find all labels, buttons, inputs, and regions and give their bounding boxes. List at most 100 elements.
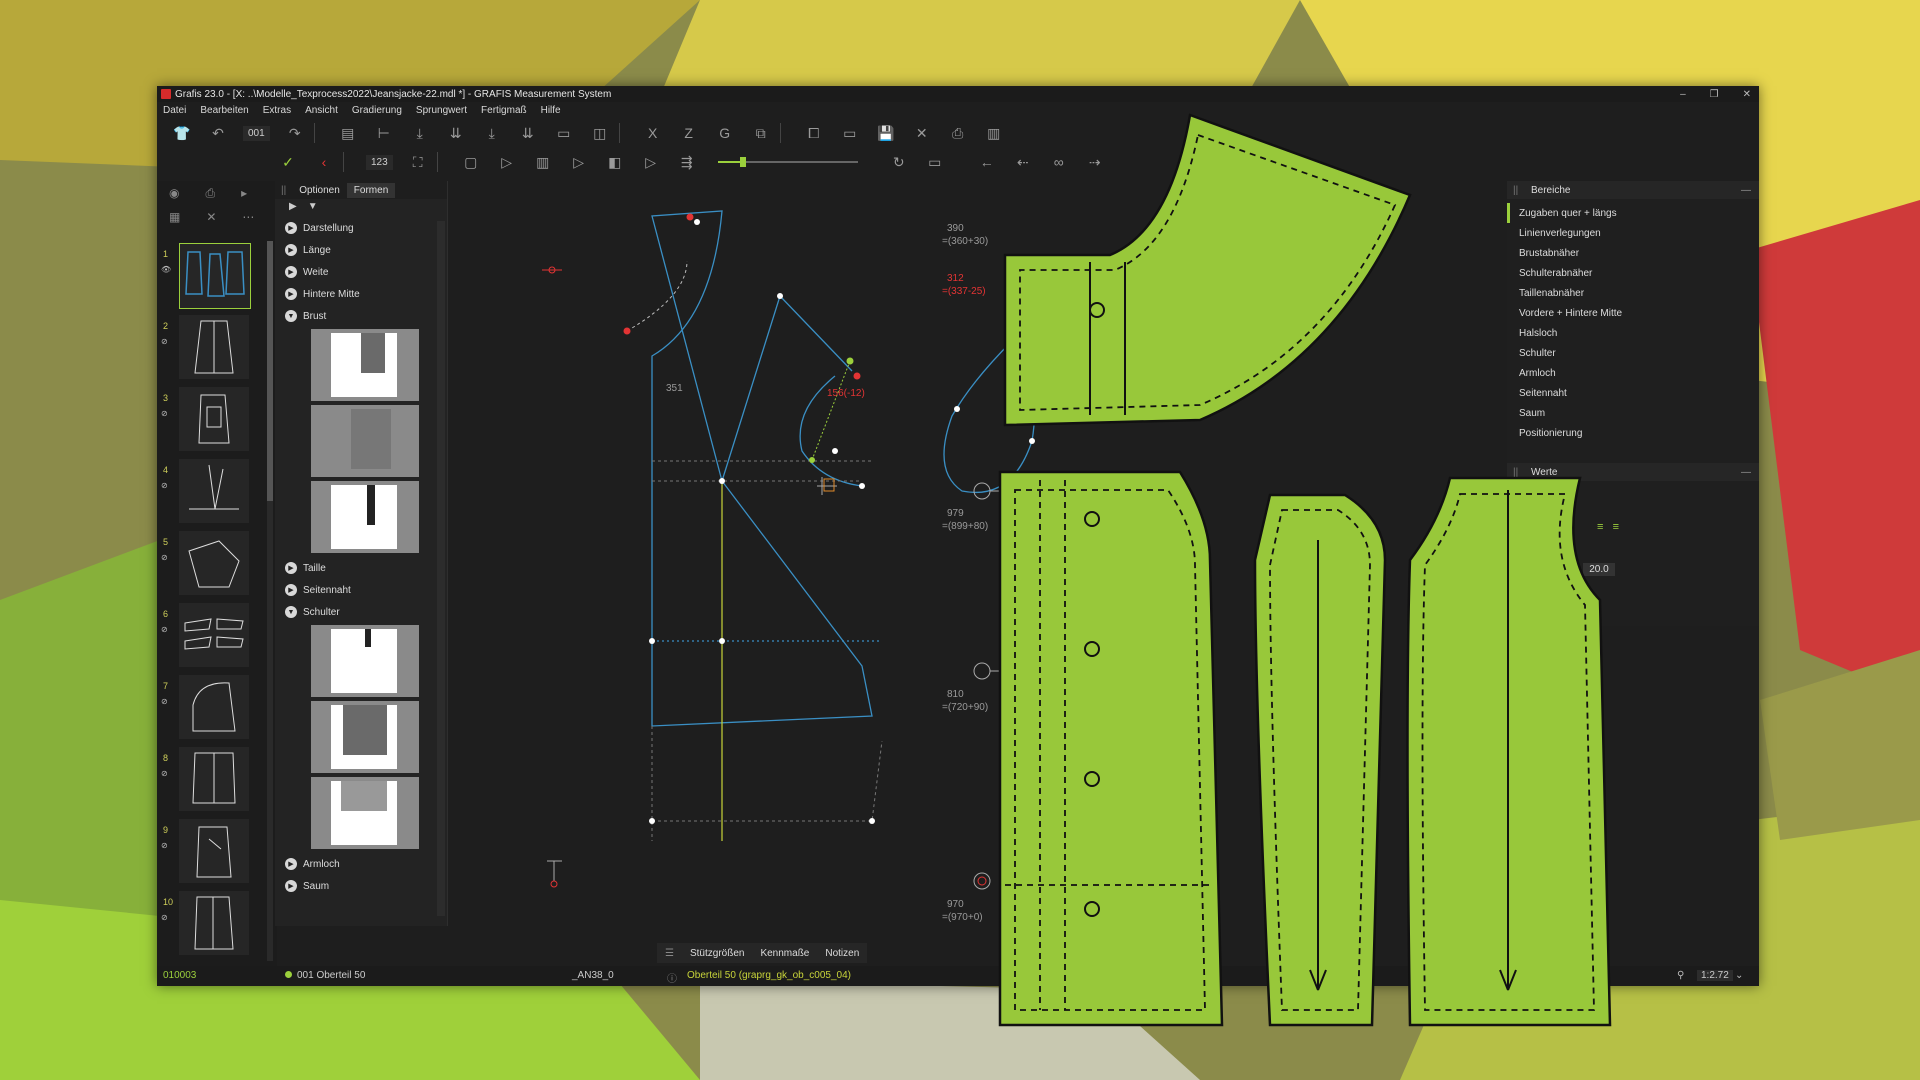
option-saum[interactable]: ▶ Saum	[285, 875, 435, 897]
list-view-icon[interactable]: ≡ ≡	[1597, 521, 1619, 533]
form-option-image[interactable]	[311, 701, 419, 773]
bereich-item[interactable]: Schulter	[1507, 343, 1759, 363]
form-option-image[interactable]	[311, 405, 419, 477]
bereich-item[interactable]: Vordere + Hintere Mitte	[1507, 303, 1759, 323]
undo-icon[interactable]: ↶	[207, 122, 229, 144]
thumbnail-item[interactable]: 7 ⊘	[157, 675, 267, 743]
hidden-icon[interactable]: ⊘	[161, 553, 168, 562]
save-icon[interactable]: 💾	[875, 122, 897, 144]
infinity-icon[interactable]: ∞	[1048, 151, 1070, 173]
form-option-image[interactable]	[311, 777, 419, 849]
close-button[interactable]: ✕	[1743, 89, 1751, 100]
pattern-canvas[interactable]: 351 390 =(360+30) 979 =(899+80) 810 =(72…	[452, 181, 1452, 941]
hidden-icon[interactable]: ⊘	[161, 841, 168, 850]
download-all-icon[interactable]: ⇊	[445, 122, 467, 144]
pin-icon[interactable]: ⚲	[1677, 970, 1684, 981]
rotate-icon[interactable]: ↻	[888, 151, 910, 173]
options-scrollbar[interactable]	[437, 221, 445, 916]
menu-extras[interactable]: Extras	[263, 105, 291, 116]
menu-hilfe[interactable]: Hilfe	[541, 105, 561, 116]
tab-stuetzgroessen[interactable]: Stützgrößen	[682, 945, 752, 962]
copy-icon[interactable]: ⧉	[750, 122, 772, 144]
option-brust[interactable]: ▼ Brust	[285, 305, 435, 327]
arrow-left-dotted-icon[interactable]: ⇠	[1012, 151, 1034, 173]
minimize-button[interactable]: –	[1680, 89, 1686, 100]
plotter-icon[interactable]: ▥	[983, 122, 1005, 144]
print-icon[interactable]: ⎙	[947, 122, 969, 144]
remove-icon[interactable]: ✕	[206, 210, 216, 224]
minimize-panel-icon[interactable]: —	[1741, 185, 1751, 196]
menu-bearbeiten[interactable]: Bearbeiten	[200, 105, 248, 116]
ruler-icon[interactable]: ▭	[553, 122, 575, 144]
visibility-icon[interactable]: 👁	[161, 265, 171, 274]
werte-value-field[interactable]: 20.0	[1583, 563, 1615, 576]
menu-fertigmass[interactable]: Fertigmaß	[481, 105, 527, 116]
arrow-left-icon[interactable]: ←	[976, 151, 998, 173]
print-icon[interactable]: ⎙	[205, 186, 215, 201]
bereich-item[interactable]: Taillenabnäher	[1507, 283, 1759, 303]
arrow-right-dotted-icon[interactable]: ⇢	[1084, 151, 1106, 173]
menu-icon[interactable]: ☰	[657, 945, 682, 962]
eye-icon[interactable]: ◉	[169, 186, 179, 200]
page-icon[interactable]: ▢	[460, 151, 482, 173]
import-all-icon[interactable]: ⇊	[517, 122, 539, 144]
hidden-icon[interactable]: ⊘	[161, 769, 168, 778]
minimize-panel-icon[interactable]: —	[1741, 467, 1751, 478]
thumbnail-item[interactable]: 4 ⊘	[157, 459, 267, 527]
document-icon[interactable]: ▤	[337, 122, 359, 144]
back-arrow-icon[interactable]: ‹	[313, 151, 335, 173]
hidden-icon[interactable]: ⊘	[161, 481, 168, 490]
bereich-item[interactable]: Armloch	[1507, 363, 1759, 383]
thumbnail-scrollbar[interactable]	[267, 241, 273, 961]
option-darstellung[interactable]: ▶ Darstellung	[285, 217, 435, 239]
import-icon[interactable]: ⤓	[481, 122, 503, 144]
bereich-item[interactable]: Schulterabnäher	[1507, 263, 1759, 283]
frame-icon[interactable]: ◫	[589, 122, 611, 144]
option-schulter[interactable]: ▼ Schulter	[285, 601, 435, 623]
x-point-icon[interactable]: X	[642, 122, 664, 144]
delete-icon[interactable]: ✕	[911, 122, 933, 144]
bereich-item[interactable]: Seitennaht	[1507, 383, 1759, 403]
tree-icon[interactable]: ⊢	[373, 122, 395, 144]
thumbnail-item[interactable]: 9 ⊘	[157, 819, 267, 887]
chevron-down-icon[interactable]: ⌄	[1735, 970, 1743, 981]
bereich-item[interactable]: Zugaben quer + längs	[1507, 203, 1759, 223]
collapse-icon[interactable]: ▸	[241, 186, 247, 200]
thumbnail-item[interactable]: 6 ⊘	[157, 603, 267, 671]
counter-button[interactable]: 123	[366, 154, 393, 170]
thumbnail-item[interactable]: 5 ⊘	[157, 531, 267, 599]
option-taille[interactable]: ▶ Taille	[285, 557, 435, 579]
tab-formen[interactable]: Formen	[346, 182, 396, 198]
thumbnail-item[interactable]: 10 ⊘	[157, 891, 267, 959]
model-number-field[interactable]: 001	[243, 125, 270, 141]
shirt-icon[interactable]: 👕	[171, 122, 193, 144]
thumbnail-item[interactable]: 2 ⊘	[157, 315, 267, 383]
z-point-icon[interactable]: Z	[678, 122, 700, 144]
form-option-image[interactable]	[311, 329, 419, 401]
menu-ansicht[interactable]: Ansicht	[305, 105, 338, 116]
hidden-icon[interactable]: ⊘	[161, 625, 168, 634]
confirm-check-icon[interactable]: ✓	[277, 151, 299, 173]
step-icon[interactable]: ▷	[568, 151, 590, 173]
option-weite[interactable]: ▶ Weite	[285, 261, 435, 283]
hidden-icon[interactable]: ⊘	[161, 409, 168, 418]
maximize-button[interactable]: ❐	[1710, 89, 1719, 100]
download-icon[interactable]: ⤓	[409, 122, 431, 144]
open-icon[interactable]: ▭	[839, 122, 861, 144]
g-point-icon[interactable]: G	[714, 122, 736, 144]
tab-kennmasse[interactable]: Kennmaße	[752, 945, 817, 962]
hidden-icon[interactable]: ⊘	[161, 697, 168, 706]
option-laenge[interactable]: ▶ Länge	[285, 239, 435, 261]
option-hintere-mitte[interactable]: ▶ Hintere Mitte	[285, 283, 435, 305]
form-option-image[interactable]	[311, 481, 419, 553]
thumbnail-item[interactable]: 3 ⊘	[157, 387, 267, 455]
height-icon[interactable]: ▥	[532, 151, 554, 173]
scale-field[interactable]: 1:2.72	[1697, 970, 1733, 981]
redo-icon[interactable]: ↷	[284, 122, 306, 144]
tab-optionen[interactable]: Optionen	[292, 183, 347, 198]
align-icon[interactable]: ⇶	[676, 151, 698, 173]
grid-icon[interactable]: ▦	[169, 210, 180, 224]
bereich-item[interactable]: Saum	[1507, 403, 1759, 423]
form-option-image[interactable]	[311, 625, 419, 697]
play-icon[interactable]: ▷	[496, 151, 518, 173]
